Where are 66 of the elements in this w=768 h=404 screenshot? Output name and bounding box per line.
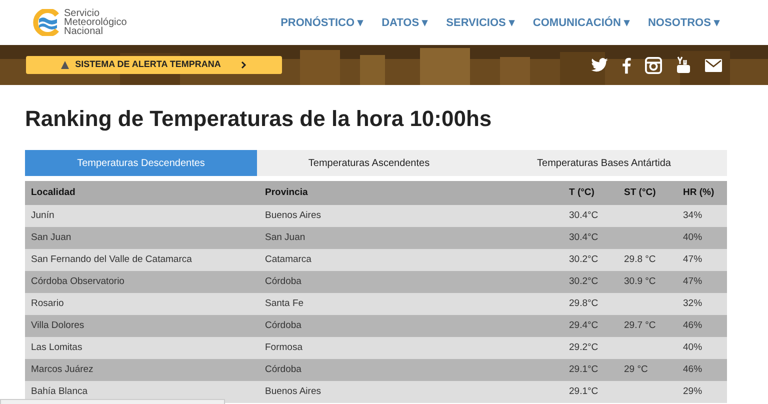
logo-text: Nacional: [64, 27, 103, 36]
table-cell: 34%: [683, 210, 702, 221]
table-cell: Córdoba: [265, 364, 302, 375]
table-cell: 29.2°C: [569, 342, 598, 353]
column-header: ST (°C): [624, 186, 657, 200]
table-cell: Córdoba: [265, 276, 302, 287]
column-header: HR (%): [683, 186, 716, 200]
table-cell: 40%: [683, 232, 702, 243]
table-cell: Córdoba Observatorio: [31, 276, 124, 287]
table-cell: Córdoba: [265, 320, 302, 331]
table-cell: Buenos Aires: [265, 210, 321, 221]
table-cell: 40%: [683, 342, 702, 353]
alert-system-button[interactable]: SISTEMA DE ALERTA TEMPRANA: [26, 56, 282, 74]
facebook-icon[interactable]: [622, 56, 631, 74]
table-cell: 47%: [683, 276, 702, 287]
column-header: T (°C): [569, 186, 596, 200]
table-cell: Las Lomitas: [31, 342, 82, 353]
logo-text: Servicio: [64, 9, 100, 18]
table-cell: 29.7 °C: [624, 320, 656, 331]
table-cell: Marcos Juárez: [31, 364, 94, 375]
logo-text: Meteorológico: [64, 18, 127, 27]
table-cell: San Juan: [31, 232, 72, 243]
table-cell: 29%: [683, 386, 702, 397]
table-cell: 29.8°C: [569, 298, 598, 309]
column-header: Localidad: [31, 186, 76, 200]
table-cell: 30.4°C: [569, 210, 598, 221]
table-cell: 29.4°C: [569, 320, 598, 331]
chevron-right-icon: [240, 61, 247, 69]
logo-icon: [31, 9, 61, 36]
table-cell: Junín: [31, 210, 54, 221]
table-cell: Bahía Blanca: [31, 386, 88, 397]
mail-icon[interactable]: [705, 58, 722, 72]
table-cell: Catamarca: [265, 254, 312, 265]
table-cell: 30.9 °C: [624, 276, 656, 287]
nav-link[interactable]: PRONÓSTICO ▾: [280, 14, 364, 32]
nav-link[interactable]: SERVICIOS ▾: [446, 14, 515, 32]
table-cell: 29.1°C: [569, 364, 598, 375]
table-cell: Santa Fe: [265, 298, 304, 309]
table-cell: 29 °C: [624, 364, 648, 375]
page-title: Ranking de Temperaturas de la hora 10:00hs: [25, 106, 493, 132]
twitter-icon[interactable]: [591, 58, 608, 72]
tab[interactable]: Temperaturas Descendentes: [25, 150, 257, 176]
table-cell: 30.2°C: [569, 254, 598, 265]
table-cell: Buenos Aires: [265, 386, 321, 397]
table-cell: 29.8 °C: [624, 254, 656, 265]
camera-icon[interactable]: [645, 56, 662, 74]
tab[interactable]: Temperaturas Ascendentes: [257, 150, 481, 176]
table-cell: San Fernando del Valle de Catamarca: [31, 254, 192, 265]
video-icon[interactable]: [676, 56, 691, 74]
tab[interactable]: Temperaturas Bases Antártida: [481, 150, 727, 176]
table-cell: 32%: [683, 298, 702, 309]
table-cell: Formosa: [265, 342, 302, 353]
table-cell: 30.2°C: [569, 276, 598, 287]
nav-link[interactable]: COMUNICACIÓN ▾: [532, 14, 630, 32]
nav-link[interactable]: DATOS ▾: [382, 14, 428, 32]
table-cell: Villa Dolores: [31, 320, 84, 331]
table-cell: Rosario: [31, 298, 64, 309]
table-cell: 46%: [683, 320, 702, 331]
warning-icon: [61, 61, 70, 69]
table-cell: 47%: [683, 254, 702, 265]
column-header: Provincia: [265, 186, 309, 200]
table-cell: San Juan: [265, 232, 306, 243]
table-cell: 46%: [683, 364, 702, 375]
table-cell: 30.4°C: [569, 232, 598, 243]
nav-link[interactable]: NOSOTROS ▾: [648, 14, 720, 32]
table-cell: 29.1°C: [569, 386, 598, 397]
